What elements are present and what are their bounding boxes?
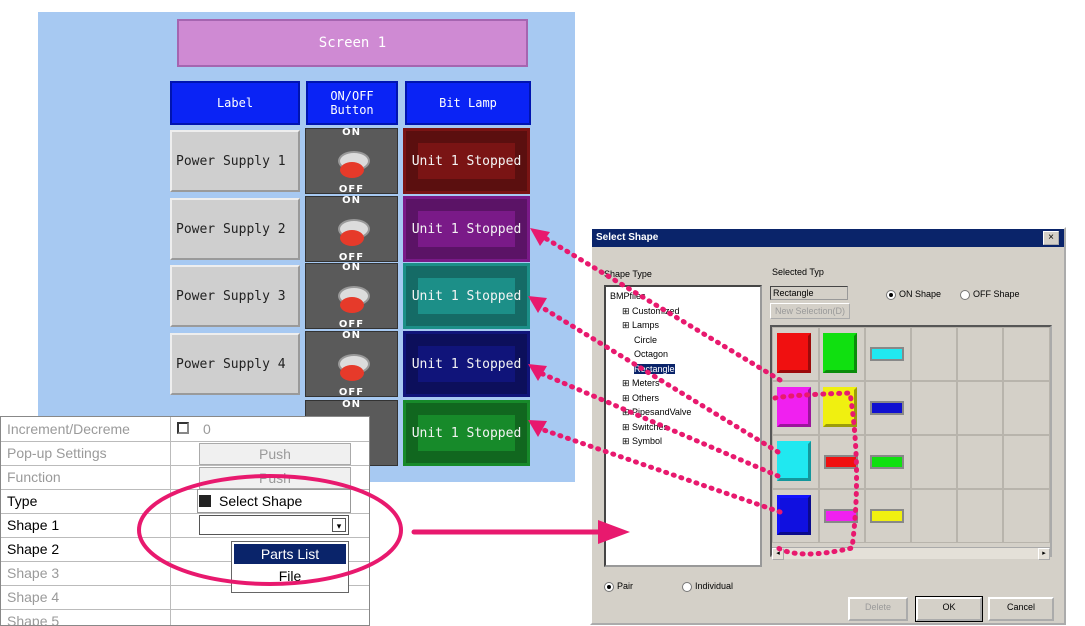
dotted-arrow-3 [535,369,781,479]
dotted-arrow-2 [535,302,781,455]
highlight-ellipse [137,474,403,586]
dotted-arrow-4 [535,425,783,515]
annotation-overlay [137,228,860,586]
dotted-selection-outline [772,390,860,557]
dotted-arrow-1 [542,235,783,383]
arrowhead-icon [598,520,630,544]
